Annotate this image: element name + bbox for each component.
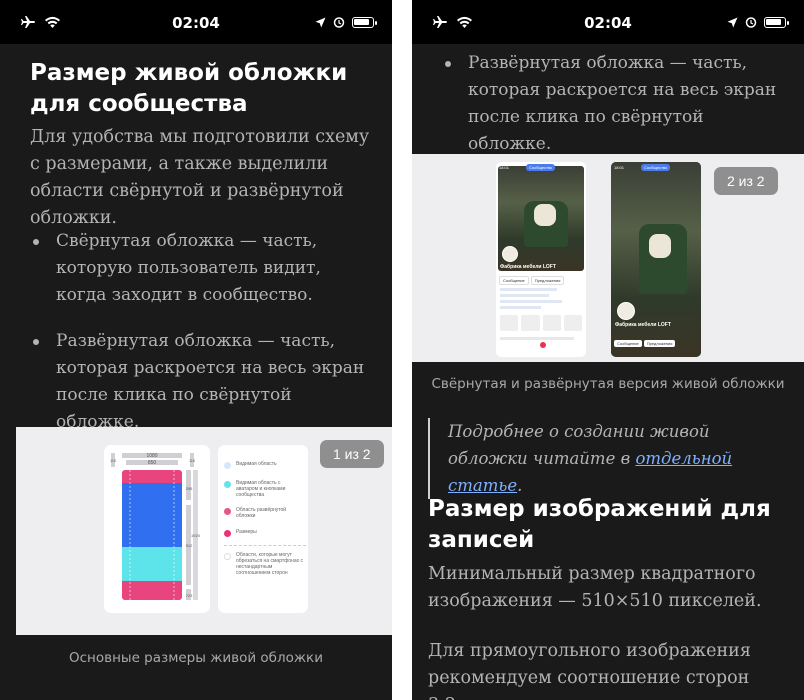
dim-1920: 1920 bbox=[191, 533, 201, 538]
mock-title: Фабрика мебели LOFT bbox=[615, 322, 671, 328]
legend-item: Видимая область bbox=[224, 461, 302, 469]
status-bar: 02:04 bbox=[412, 0, 804, 44]
dim-115-left: 115 bbox=[110, 459, 116, 463]
cover-size-diagram: 1080 850 115 115 295 1920 912 723 bbox=[104, 445, 210, 613]
section-heading: Размер живой обложки для сообщества bbox=[30, 60, 348, 117]
bullet-list: Свёрнутая обложка — часть, которую польз… bbox=[30, 228, 376, 455]
paragraph: Для прямоугольного изображения рекоменду… bbox=[428, 641, 751, 700]
notification-dot bbox=[540, 342, 546, 348]
quote-suffix: . bbox=[517, 476, 523, 495]
image-gallery[interactable]: 18:01 Сообщество Фабрика мебели LOFT Соо… bbox=[412, 154, 804, 362]
battery-icon bbox=[352, 16, 377, 28]
intro-paragraph: Для удобства мы подготовили схему с разм… bbox=[30, 127, 370, 228]
dim-723: 723 bbox=[186, 593, 193, 598]
mock-tab: Сообщество bbox=[641, 164, 671, 171]
list-item: Развёрнутая обложка — часть, которая рас… bbox=[442, 50, 788, 158]
battery-icon bbox=[764, 16, 789, 28]
gallery-counter: 2 из 2 bbox=[714, 167, 778, 195]
mock-offers-button: Предложения bbox=[643, 340, 676, 347]
phone-screen-right: 02:04 Развёрнутая обложка — часть, котор… bbox=[412, 0, 804, 700]
dim-115-right: 115 bbox=[189, 459, 195, 463]
dim-295: 295 bbox=[186, 486, 193, 491]
legend-item: Размеры bbox=[224, 529, 302, 537]
legend-item: Области, которые могут обрезаться на сма… bbox=[224, 545, 306, 576]
collapsed-cover-screenshot: 18:01 Сообщество Фабрика мебели LOFT Соо… bbox=[496, 162, 586, 357]
alarm-icon bbox=[745, 17, 757, 28]
dim-1080: 1080 bbox=[146, 453, 157, 459]
dim-912: 912 bbox=[186, 543, 193, 548]
article-content: Размер живой обложки для сообщества Для … bbox=[0, 44, 392, 700]
diagram-legend: Видимая область Видимая область с аватар… bbox=[218, 445, 308, 613]
alarm-icon bbox=[333, 17, 345, 28]
paragraph: Минимальный размер квадратного изображен… bbox=[428, 564, 762, 611]
dim-850: 850 bbox=[148, 460, 157, 466]
mock-time: 18:01 bbox=[614, 165, 625, 170]
legend-item: Видимая область с аватаром и кнопками со… bbox=[224, 480, 302, 498]
legend-item: Область развёрнутой обложки bbox=[224, 507, 302, 519]
mock-time: 18:01 bbox=[499, 165, 510, 170]
blockquote: Подробнее о создании живой обложки читай… bbox=[428, 418, 784, 499]
status-bar: 02:04 bbox=[0, 0, 392, 44]
avatar bbox=[617, 302, 635, 320]
gallery-counter: 1 из 2 bbox=[320, 440, 384, 468]
gallery-caption: Основные размеры живой обложки bbox=[69, 650, 323, 666]
mock-offers-button: Предложения bbox=[530, 276, 565, 285]
list-item: Развёрнутая обложка — часть, которая рас… bbox=[30, 328, 376, 436]
section-heading: Размер изображений для записей bbox=[428, 496, 771, 553]
gallery-caption: Свёрнутая и развёрнутая версия живой обл… bbox=[431, 376, 785, 392]
mock-message-button: Сообщение bbox=[499, 276, 529, 285]
location-icon bbox=[727, 17, 738, 27]
location-icon bbox=[315, 17, 326, 27]
expanded-cover-screenshot: 18:01 Сообщество Фабрика мебели LOFT Соо… bbox=[611, 162, 701, 357]
phone-screen-left: 02:04 Размер живой обложки для сообществ… bbox=[0, 0, 392, 700]
mock-tab: Сообщество bbox=[526, 164, 556, 171]
mock-message-button: Сообщение bbox=[614, 340, 642, 347]
image-gallery[interactable]: 1080 850 115 115 295 1920 912 723 Видима… bbox=[16, 427, 392, 635]
article-content: Развёрнутая обложка — часть, которая рас… bbox=[412, 44, 804, 700]
list-item: Свёрнутая обложка — часть, которую польз… bbox=[30, 228, 376, 309]
mock-title: Фабрика мебели LOFT bbox=[500, 264, 556, 270]
